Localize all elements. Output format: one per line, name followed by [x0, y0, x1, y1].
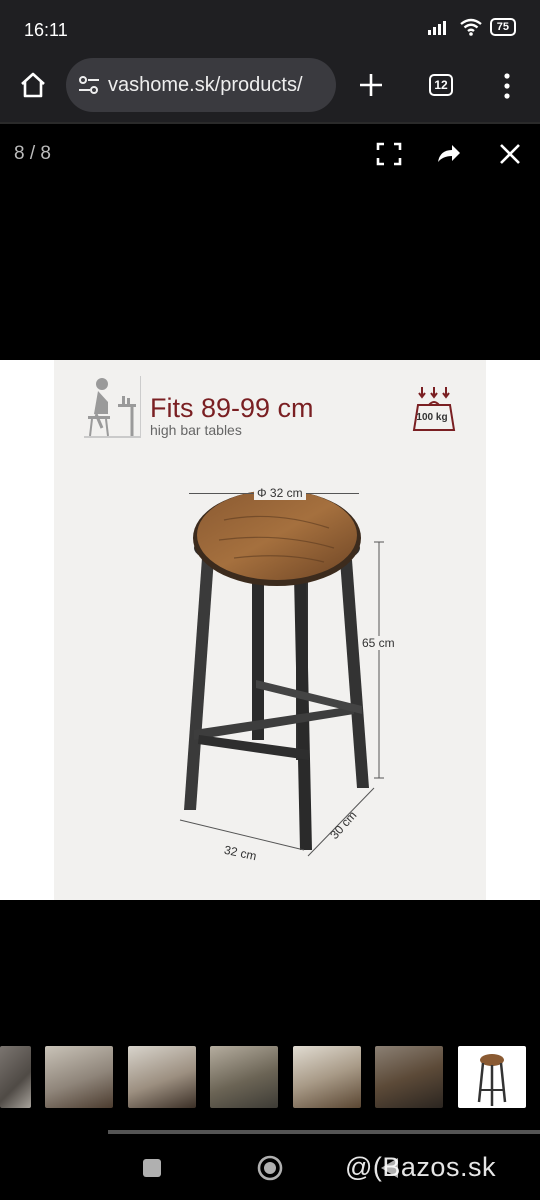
site-settings-icon[interactable]: [78, 75, 100, 95]
thumbnail-7-active[interactable]: [458, 1046, 526, 1108]
close-icon[interactable]: [499, 143, 521, 165]
thumbnail-6[interactable]: [375, 1046, 443, 1108]
image-counter: 8 / 8: [14, 143, 51, 164]
thumbnail-strip[interactable]: [0, 1046, 540, 1108]
image-subline: high bar tables: [150, 422, 242, 438]
address-bar[interactable]: vashome.sk/products/: [66, 58, 336, 112]
product-image-canvas: Fits 89-99 cm high bar tables 100 kg Φ 3…: [54, 360, 486, 900]
header-divider: [140, 376, 141, 438]
wifi-icon: [460, 18, 482, 36]
dim-height: 65 cm: [360, 636, 397, 650]
share-icon[interactable]: [436, 142, 462, 164]
home-nav-icon[interactable]: [256, 1154, 284, 1182]
thumbnail-1[interactable]: [0, 1046, 31, 1108]
more-menu-icon[interactable]: [500, 72, 514, 100]
browser-toolbar: vashome.sk/products/ 12: [0, 58, 540, 122]
status-bar: 16:11 75: [0, 0, 540, 58]
image-headline: Fits 89-99 cm: [150, 393, 314, 423]
dim-seat-diameter: Φ 32 cm: [254, 486, 306, 500]
weight-badge-label: 100 kg: [416, 412, 448, 423]
fullscreen-icon[interactable]: [376, 142, 402, 166]
signal-icon: [427, 21, 446, 35]
url-text[interactable]: vashome.sk/products/: [108, 74, 328, 97]
status-icons: 75: [427, 18, 516, 36]
product-image[interactable]: Fits 89-99 cm high bar tables 100 kg Φ 3…: [0, 360, 540, 900]
toolbar-divider: [0, 122, 540, 124]
home-icon[interactable]: [18, 70, 48, 100]
new-tab-icon[interactable]: [358, 72, 384, 98]
thumbnail-3[interactable]: [128, 1046, 196, 1108]
bazos-watermark: @(Bazos.sk: [345, 1152, 496, 1182]
bar-person-icon: [84, 378, 140, 438]
thumbnail-4[interactable]: [210, 1046, 278, 1108]
battery-indicator: 75: [489, 18, 516, 36]
thumbnail-2[interactable]: [45, 1046, 113, 1108]
stool-drawing: [179, 490, 384, 857]
recents-icon[interactable]: [142, 1158, 162, 1178]
thumbnail-5[interactable]: [293, 1046, 361, 1108]
tab-switcher-button[interactable]: 12: [429, 74, 453, 96]
stool-thumbnail-icon: [477, 1054, 507, 1106]
status-time: 16:11: [24, 20, 68, 40]
